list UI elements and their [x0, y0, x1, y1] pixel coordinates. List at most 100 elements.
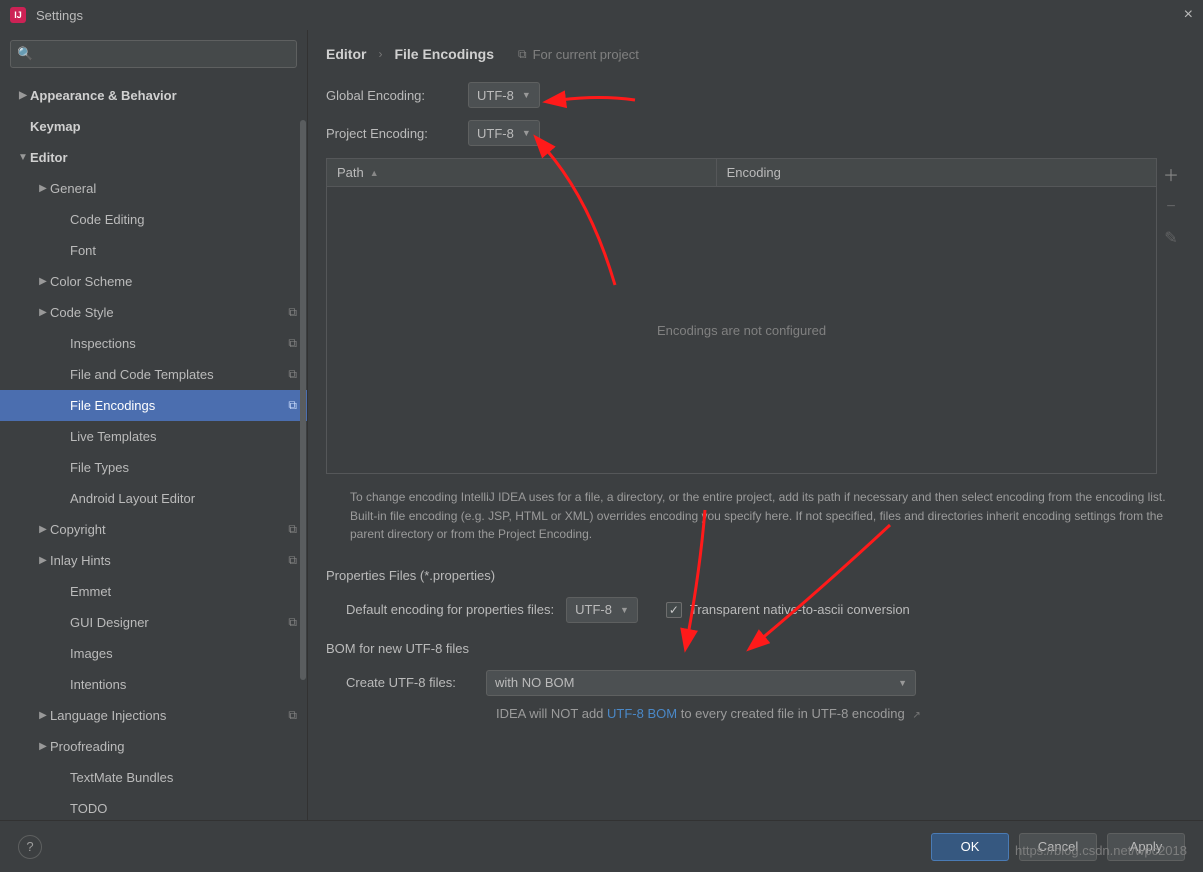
project-scope-icon: ⧉: [288, 367, 297, 382]
tree-item-intentions[interactable]: Intentions: [0, 669, 307, 700]
tree-item-label: File and Code Templates: [70, 367, 282, 382]
tree-item-label: Images: [70, 646, 297, 661]
project-scope-icon: ⧉: [288, 398, 297, 413]
chevron-down-icon: ▼: [522, 90, 531, 100]
table-toolbar: ＋ − ✎: [1157, 158, 1185, 474]
tree-item-file-encodings[interactable]: File Encodings ⧉: [0, 390, 307, 421]
tree-item-label: Emmet: [70, 584, 297, 599]
tree-item-label: GUI Designer: [70, 615, 282, 630]
project-encoding-dropdown[interactable]: UTF-8 ▼: [468, 120, 540, 146]
tree-item-android-layout-editor[interactable]: Android Layout Editor: [0, 483, 307, 514]
settings-tree[interactable]: ▶Appearance & BehaviorKeymap▼Editor▶Gene…: [0, 76, 307, 820]
remove-icon[interactable]: −: [1161, 198, 1181, 216]
tree-item-keymap[interactable]: Keymap: [0, 111, 307, 142]
tree-item-label: TODO: [70, 801, 297, 816]
create-utf8-value: with NO BOM: [495, 675, 574, 690]
table-empty-message: Encodings are not configured: [327, 187, 1156, 473]
col-encoding[interactable]: Encoding: [717, 159, 1156, 186]
global-encoding-dropdown[interactable]: UTF-8 ▼: [468, 82, 540, 108]
utf8-bom-link[interactable]: UTF-8 BOM: [607, 706, 677, 721]
chevron-down-icon: ▼: [522, 128, 531, 138]
tree-item-label: Android Layout Editor: [70, 491, 297, 506]
col-path[interactable]: Path ▲: [327, 159, 717, 186]
properties-section-title: Properties Files (*.properties): [326, 568, 1185, 583]
tree-item-images[interactable]: Images: [0, 638, 307, 669]
tree-item-code-style[interactable]: ▶Code Style ⧉: [0, 297, 307, 328]
tree-item-label: Appearance & Behavior: [30, 88, 297, 103]
tree-item-live-templates[interactable]: Live Templates: [0, 421, 307, 452]
properties-default-label: Default encoding for properties files:: [346, 602, 554, 617]
tree-item-inlay-hints[interactable]: ▶Inlay Hints⧉: [0, 545, 307, 576]
expand-arrow-icon: ▶: [36, 524, 50, 535]
expand-arrow-icon: ▶: [36, 555, 50, 566]
tree-item-label: Code Editing: [70, 212, 297, 227]
button-bar: ? OK Cancel Apply: [0, 820, 1203, 872]
help-button[interactable]: ?: [18, 835, 42, 859]
tree-item-label: Proofreading: [50, 739, 297, 754]
breadcrumb: Editor › File Encodings ⧉ For current pr…: [326, 46, 1185, 62]
chevron-down-icon: ▼: [620, 605, 629, 615]
external-link-icon: ↗: [912, 710, 920, 721]
tree-item-appearance-behavior[interactable]: ▶Appearance & Behavior: [0, 80, 307, 111]
tree-item-file-and-code-templates[interactable]: File and Code Templates ⧉: [0, 359, 307, 390]
cancel-button[interactable]: Cancel: [1019, 833, 1097, 861]
project-encoding-label: Project Encoding:: [326, 126, 454, 141]
expand-arrow-icon: ▶: [36, 276, 50, 287]
create-utf8-label: Create UTF-8 files:: [346, 675, 474, 690]
tree-item-language-injections[interactable]: ▶Language Injections⧉: [0, 700, 307, 731]
tree-item-emmet[interactable]: Emmet: [0, 576, 307, 607]
tree-item-general[interactable]: ▶General: [0, 173, 307, 204]
breadcrumb-parent[interactable]: Editor: [326, 46, 366, 62]
tree-item-inspections[interactable]: Inspections⧉: [0, 328, 307, 359]
add-icon[interactable]: ＋: [1161, 162, 1181, 186]
tree-item-proofreading[interactable]: ▶Proofreading: [0, 731, 307, 762]
expand-arrow-icon: ▶: [36, 307, 50, 318]
tree-item-code-editing[interactable]: Code Editing: [0, 204, 307, 235]
tree-item-label: Inspections: [70, 336, 282, 351]
global-encoding-label: Global Encoding:: [326, 88, 454, 103]
scope-label: For current project: [533, 47, 639, 62]
tree-item-label: TextMate Bundles: [70, 770, 297, 785]
window-title: Settings: [36, 8, 83, 23]
tree-item-file-types[interactable]: File Types: [0, 452, 307, 483]
tree-item-copyright[interactable]: ▶Copyright ⧉: [0, 514, 307, 545]
tree-item-label: File Encodings: [70, 398, 282, 413]
bom-section-title: BOM for new UTF-8 files: [326, 641, 1185, 656]
tree-item-color-scheme[interactable]: ▶Color Scheme: [0, 266, 307, 297]
help-paragraph: To change encoding IntelliJ IDEA uses fo…: [326, 474, 1185, 562]
close-icon[interactable]: ×: [1184, 6, 1193, 24]
expand-arrow-icon: ▼: [16, 152, 30, 163]
expand-arrow-icon: ▶: [16, 90, 30, 101]
native-to-ascii-checkbox[interactable]: Transparent native-to-ascii conversion: [666, 602, 910, 618]
tree-item-textmate-bundles[interactable]: TextMate Bundles: [0, 762, 307, 793]
search-icon: 🔍: [17, 46, 33, 62]
tree-item-label: Code Style: [50, 305, 282, 320]
edit-icon[interactable]: ✎: [1161, 228, 1181, 248]
tree-item-todo[interactable]: TODO: [0, 793, 307, 820]
create-utf8-dropdown[interactable]: with NO BOM ▼: [486, 670, 916, 696]
sidebar-scrollbar[interactable]: [299, 80, 307, 820]
tree-item-label: Font: [70, 243, 297, 258]
breadcrumb-current: File Encodings: [394, 46, 494, 62]
project-scope-icon: ⧉: [288, 708, 297, 723]
project-scope-icon: ⧉: [288, 522, 297, 537]
project-scope-icon: ⧉: [288, 305, 297, 320]
tree-item-font[interactable]: Font: [0, 235, 307, 266]
tree-item-label: Intentions: [70, 677, 297, 692]
main-area: 🔍 ▶Appearance & BehaviorKeymap▼Editor▶Ge…: [0, 30, 1203, 820]
apply-button[interactable]: Apply: [1107, 833, 1185, 861]
ok-button[interactable]: OK: [931, 833, 1009, 861]
tree-item-label: File Types: [70, 460, 297, 475]
properties-encoding-dropdown[interactable]: UTF-8 ▼: [566, 597, 638, 623]
content-panel: Editor › File Encodings ⧉ For current pr…: [308, 30, 1203, 820]
sidebar: 🔍 ▶Appearance & BehaviorKeymap▼Editor▶Ge…: [0, 30, 308, 820]
tree-item-label: Copyright: [50, 522, 282, 537]
tree-item-editor[interactable]: ▼Editor: [0, 142, 307, 173]
search-input[interactable]: [10, 40, 297, 68]
tree-item-gui-designer[interactable]: GUI Designer ⧉: [0, 607, 307, 638]
tree-item-label: Language Injections: [50, 708, 282, 723]
titlebar: IJ Settings ×: [0, 0, 1203, 30]
search-box: 🔍: [10, 40, 297, 68]
project-scope-icon: ⧉: [288, 615, 297, 630]
scope-indicator: ⧉ For current project: [518, 47, 639, 62]
